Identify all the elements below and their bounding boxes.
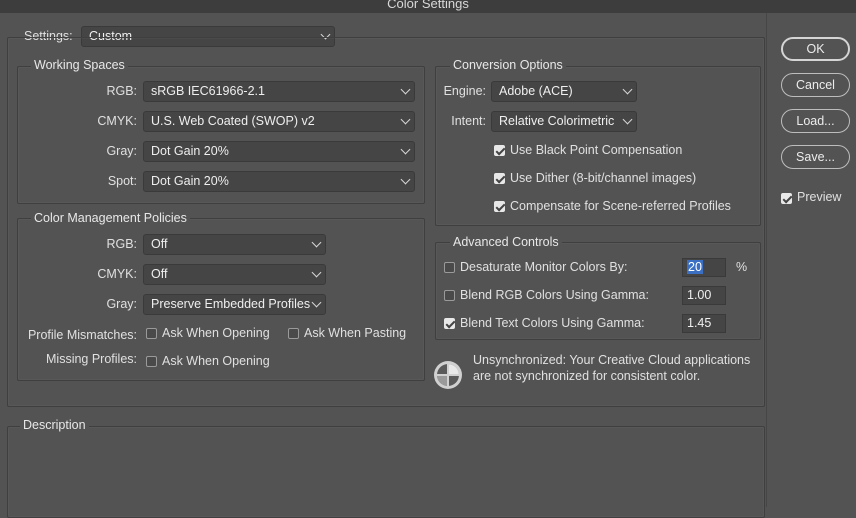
load-button[interactable]: Load... — [781, 109, 850, 133]
ws-rgb-dropdown[interactable]: sRGB IEC61966-2.1 — [143, 81, 415, 102]
blend-text-label[interactable]: Blend Text Colors Using Gamma: — [460, 316, 645, 330]
policy-cmyk-label: CMYK: — [97, 267, 137, 281]
ws-spot-dropdown[interactable]: Dot Gain 20% — [143, 171, 415, 192]
engine-dropdown[interactable]: Adobe (ACE) — [491, 81, 637, 102]
ws-cmyk-label: CMYK: — [97, 114, 137, 128]
ask-when-opening-label[interactable]: Ask When Opening — [162, 326, 270, 340]
ws-cmyk-value: U.S. Web Coated (SWOP) v2 — [151, 114, 315, 128]
ws-cmyk-dropdown[interactable]: U.S. Web Coated (SWOP) v2 — [143, 111, 415, 132]
window-title: Color Settings — [387, 0, 469, 11]
description-title: Description — [20, 418, 89, 432]
ok-button[interactable]: OK — [781, 37, 850, 61]
chevron-down-icon — [400, 144, 411, 155]
desaturate-value: 20 — [687, 260, 703, 274]
black-point-checkbox[interactable] — [494, 145, 505, 156]
ws-spot-value: Dot Gain 20% — [151, 174, 229, 188]
chevron-down-icon — [400, 114, 411, 125]
intent-label: Intent: — [451, 114, 486, 128]
scene-referred-label[interactable]: Compensate for Scene-referred Profiles — [510, 199, 731, 213]
policy-gray-label: Gray: — [106, 297, 137, 311]
ask-when-opening-checkbox[interactable] — [146, 328, 157, 339]
ask-when-pasting-label[interactable]: Ask When Pasting — [304, 326, 406, 340]
ws-gray-label: Gray: — [106, 144, 137, 158]
policy-rgb-dropdown[interactable]: Off — [143, 234, 326, 255]
intent-dropdown[interactable]: Relative Colorimetric — [491, 111, 637, 132]
save-button[interactable]: Save... — [781, 145, 850, 169]
policy-cmyk-dropdown[interactable]: Off — [143, 264, 326, 285]
intent-value: Relative Colorimetric — [499, 114, 615, 128]
chevron-down-icon — [400, 84, 411, 95]
ws-gray-value: Dot Gain 20% — [151, 144, 229, 158]
blend-rgb-value: 1.00 — [687, 288, 712, 302]
chevron-down-icon — [311, 237, 322, 248]
policy-rgb-label: RGB: — [106, 237, 137, 251]
desaturate-checkbox[interactable] — [444, 262, 455, 273]
preview-checkbox[interactable] — [781, 193, 792, 204]
black-point-label[interactable]: Use Black Point Compensation — [510, 143, 682, 157]
chevron-down-icon — [311, 267, 322, 278]
missing-ask-when-opening-checkbox[interactable] — [146, 356, 157, 367]
blend-text-checkbox[interactable] — [444, 318, 455, 329]
desaturate-label[interactable]: Desaturate Monitor Colors By: — [460, 260, 627, 274]
blend-text-value: 1.45 — [687, 316, 712, 330]
dither-label[interactable]: Use Dither (8-bit/channel images) — [510, 171, 696, 185]
policy-cmyk-value: Off — [151, 267, 168, 281]
blend-text-input[interactable]: 1.45 — [682, 314, 726, 333]
profile-mismatches-label: Profile Mismatches: — [27, 328, 137, 342]
policies-title: Color Management Policies — [31, 211, 190, 225]
engine-value: Adobe (ACE) — [499, 84, 573, 98]
title-bar: Color Settings — [0, 0, 856, 13]
missing-profiles-label: Missing Profiles: — [46, 352, 137, 366]
percent-unit: % — [736, 260, 748, 274]
ask-when-pasting-checkbox[interactable] — [288, 328, 299, 339]
policy-gray-dropdown[interactable]: Preserve Embedded Profiles — [143, 294, 326, 315]
scene-referred-checkbox[interactable] — [494, 201, 505, 212]
blend-rgb-input[interactable]: 1.00 — [682, 286, 726, 305]
chevron-down-icon — [311, 297, 322, 308]
dither-checkbox[interactable] — [494, 173, 505, 184]
engine-label: Engine: — [443, 84, 486, 98]
ws-spot-label: Spot: — [107, 174, 137, 188]
chevron-down-icon — [400, 174, 411, 185]
policy-gray-value: Preserve Embedded Profiles — [151, 297, 311, 311]
working-spaces-title: Working Spaces — [31, 58, 128, 72]
ws-gray-dropdown[interactable]: Dot Gain 20% — [143, 141, 415, 162]
chevron-down-icon — [622, 84, 633, 95]
description-group — [7, 426, 765, 518]
advanced-controls-title: Advanced Controls — [450, 235, 562, 249]
desaturate-input[interactable]: 20 — [682, 258, 726, 277]
ws-rgb-label: RGB: — [106, 84, 137, 98]
preview-label[interactable]: Preview — [797, 190, 841, 204]
ws-rgb-value: sRGB IEC61966-2.1 — [151, 84, 265, 98]
missing-ask-when-opening-label[interactable]: Ask When Opening — [162, 354, 270, 368]
blend-rgb-label[interactable]: Blend RGB Colors Using Gamma: — [460, 288, 649, 302]
conversion-options-title: Conversion Options — [450, 58, 566, 72]
sync-message: Unsynchronized: Your Creative Cloud appl… — [473, 353, 751, 383]
blend-rgb-checkbox[interactable] — [444, 290, 455, 301]
divider — [766, 13, 767, 507]
chevron-down-icon — [622, 114, 633, 125]
sync-status-icon — [434, 361, 462, 389]
cancel-button[interactable]: Cancel — [781, 73, 850, 97]
policy-rgb-value: Off — [151, 237, 168, 251]
